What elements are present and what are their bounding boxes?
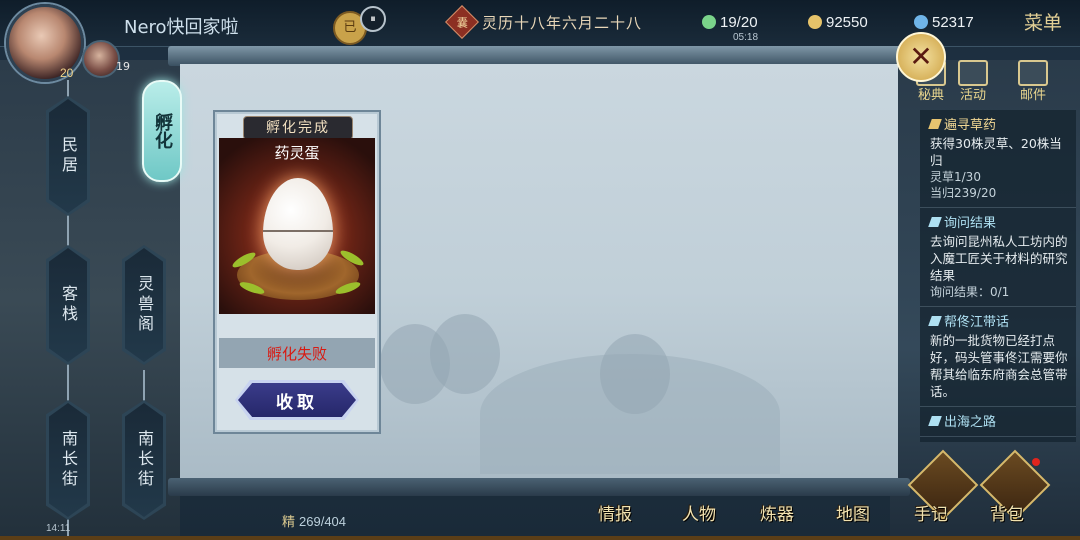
calendar-date: 囊 灵历十八年六月二十八: [445, 5, 643, 39]
coin-counter[interactable]: 92550: [808, 11, 868, 33]
nav-forge[interactable]: 炼器: [760, 500, 794, 525]
calendar-icon: 囊: [445, 5, 479, 39]
nav-characters[interactable]: 人物: [682, 500, 716, 525]
collect-button[interactable]: 收取: [235, 380, 359, 420]
scroll-rod-top: [168, 46, 910, 66]
companion-avatar[interactable]: [82, 40, 120, 78]
status-bar: 孵化失败: [219, 338, 375, 368]
location-nanchangjie-2[interactable]: 南长街: [122, 400, 166, 520]
mail-icon: [1018, 60, 1048, 86]
player-level: 20: [60, 66, 74, 80]
shortcut-mail[interactable]: 邮件: [1006, 60, 1060, 103]
location-lingshouge[interactable]: 灵兽阁: [122, 245, 166, 365]
quest-item[interactable]: 出海之路: [920, 407, 1076, 437]
bottom-divider: [0, 536, 1080, 540]
system-time: 14:11: [46, 523, 71, 534]
nav-backpack[interactable]: 背包: [990, 500, 1024, 525]
egg-crack: [263, 230, 333, 232]
spirit-stone-counter[interactable]: 52317: [914, 11, 974, 33]
mist-tree: [430, 314, 500, 394]
location-nanchangjie[interactable]: 南长街: [46, 400, 90, 520]
quest-item[interactable]: 询问结果 去询问昆州私人工坊内的入魔工匠关于材料的研究结果 询问结果：0/1: [920, 208, 1076, 307]
companion-level: 19: [116, 60, 130, 73]
nav-intel[interactable]: 情报: [598, 500, 632, 525]
shortcut-events[interactable]: 活动: [946, 60, 1000, 103]
close-button[interactable]: ✕: [896, 32, 946, 82]
quest-side-icon: [928, 315, 942, 326]
egg-artwork: 药灵蛋: [219, 138, 375, 314]
menu-button[interactable]: 菜单: [1024, 8, 1062, 35]
mist-tree: [600, 334, 670, 414]
card-title: 孵化完成: [243, 116, 353, 140]
quest-side-icon: [928, 415, 942, 426]
coin-icon: [808, 15, 822, 29]
egg-icon: [263, 178, 333, 270]
quest-item[interactable]: 遍寻草药 获得30株灵草、20株当归 灵草1/30 当归239/20: [920, 110, 1076, 208]
notification-dot: [1032, 458, 1040, 466]
energy-counter[interactable]: 19/20: [702, 11, 758, 33]
scroll-rod-bottom: [168, 478, 910, 496]
quest-side-icon: [928, 216, 942, 227]
stamina-counter: 精 269/404: [282, 514, 347, 530]
pause-button[interactable]: ⏸: [360, 6, 386, 32]
player-name: Nero快回家啦: [124, 17, 239, 38]
game-clock: 05:18: [733, 32, 759, 43]
nav-map[interactable]: 地图: [836, 500, 870, 525]
gift-icon: [958, 60, 988, 86]
tab-hatch[interactable]: 孵化: [142, 80, 182, 182]
egg-name: 药灵蛋: [274, 144, 320, 162]
hatch-status: 孵化失败: [266, 344, 327, 363]
quest-list: 遍寻草药 获得30株灵草、20株当归 灵草1/30 当归239/20 询问结果 …: [920, 110, 1076, 442]
close-icon: ✕: [909, 40, 933, 73]
location-minju[interactable]: 民居: [46, 96, 90, 216]
calendar-text: 灵历十八年六月二十八: [482, 13, 643, 32]
energy-icon: [702, 15, 716, 29]
nav-journal[interactable]: 手记: [914, 500, 948, 525]
location-kezhan[interactable]: 客栈: [46, 245, 90, 365]
spirit-stone-icon: [914, 15, 928, 29]
quest-item[interactable]: 帮佟江带话 新的一批货物已经打点好，码头管事佟江需要你帮其给临东府商会总管带话。: [920, 307, 1076, 407]
quest-main-icon: [928, 118, 942, 129]
hatch-result-card: 孵化完成 药灵蛋 孵化失败 收取: [213, 110, 381, 434]
